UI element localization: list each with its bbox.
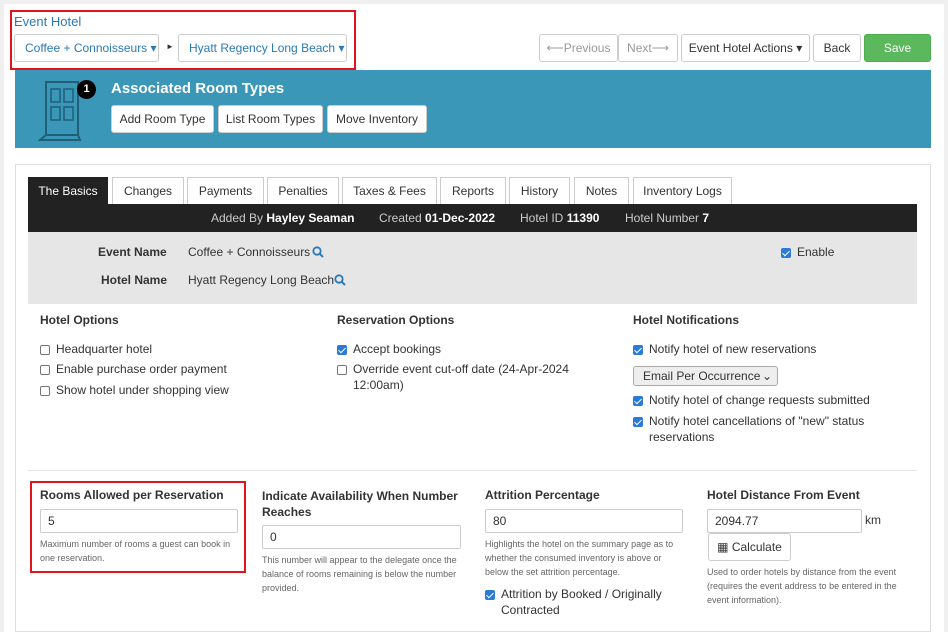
hotel-notifications-title: Hotel Notifications <box>633 313 740 327</box>
notify-change-requests-label: Notify hotel of change requests submitte… <box>649 393 870 407</box>
added-by: Added By Hayley Seaman <box>211 211 355 225</box>
tab-payments[interactable]: Payments <box>187 177 264 205</box>
accept-bookings-label: Accept bookings <box>353 342 442 356</box>
count-badge: 1 <box>77 80 96 99</box>
availability-label: Indicate Availability When Number Reache… <box>262 489 458 519</box>
override-cutoff-checkbox[interactable] <box>337 365 347 375</box>
caret-down-icon: ▾ <box>796 41 803 55</box>
event-name-value: Coffee + Connoisseurs <box>188 245 311 259</box>
shopping-view-label: Show hotel under shopping view <box>56 383 229 397</box>
calculator-icon: ▦ <box>717 540 729 554</box>
attrition-by-booked-label: Attrition by Booked / Originally Contrac… <box>501 587 662 617</box>
notify-new-reservations-label: Notify hotel of new reservations <box>649 342 817 356</box>
hotel-name-label: Hotel Name <box>101 273 168 287</box>
purchase-order-checkbox[interactable] <box>40 365 50 375</box>
search-icon[interactable] <box>312 246 324 258</box>
tab-penalties[interactable]: Penalties <box>267 177 339 205</box>
calculate-button[interactable]: ▦ Calculate <box>708 533 791 561</box>
attrition-by-booked-checkbox[interactable] <box>485 590 495 600</box>
page: Event Hotel Coffee + Connoisseurs ▾ ► Hy… <box>0 0 948 632</box>
tab-reports[interactable]: Reports <box>440 177 506 205</box>
basics-summary <box>28 232 917 304</box>
accept-bookings-checkbox[interactable] <box>337 345 347 355</box>
banner-title: Associated Room Types <box>111 80 285 97</box>
tab-history[interactable]: History <box>509 177 570 205</box>
chevron-down-icon: ⌄ <box>761 369 772 383</box>
highlight-box-header <box>10 10 356 70</box>
tab-the-basics[interactable]: The Basics <box>28 177 108 205</box>
actions-label: Event Hotel Actions <box>688 41 793 55</box>
distance-input[interactable]: 2094.77 <box>707 509 862 533</box>
availability-help: This number will appear to the delegate … <box>262 555 457 593</box>
notify-new-reservations-checkbox[interactable] <box>633 345 643 355</box>
attrition-input[interactable]: 80 <box>485 509 683 533</box>
previous-button[interactable]: ⟵Previous <box>539 34 618 62</box>
notify-change-requests-checkbox[interactable] <box>633 396 643 406</box>
tab-taxes-fees[interactable]: Taxes & Fees <box>342 177 437 205</box>
move-inventory-button[interactable]: Move Inventory <box>327 105 427 133</box>
distance-unit: km <box>865 513 881 527</box>
email-frequency-value: Email Per Occurrence <box>643 369 761 383</box>
email-frequency-select[interactable]: Email Per Occurrence ⌄ <box>633 366 778 386</box>
hotel-options-title: Hotel Options <box>40 313 119 327</box>
override-cutoff-label: Override event cut-off date (24-Apr-2024… <box>353 362 569 392</box>
headquarter-hotel-checkbox[interactable] <box>40 345 50 355</box>
add-room-type-button[interactable]: Add Room Type <box>111 105 214 133</box>
event-hotel-actions-button[interactable]: Event Hotel Actions ▾ <box>681 34 810 62</box>
next-button[interactable]: Next⟶ <box>618 34 678 62</box>
created-date: Created 01-Dec-2022 <box>379 211 496 225</box>
distance-help: Used to order hotels by distance from th… <box>707 567 897 605</box>
purchase-order-label: Enable purchase order payment <box>56 362 227 376</box>
notify-cancellations-label: Notify hotel cancellations of "new" stat… <box>649 414 865 444</box>
tab-notes[interactable]: Notes <box>574 177 629 205</box>
hotel-id: Hotel ID 11390 <box>520 211 600 225</box>
list-room-types-button[interactable]: List Room Types <box>218 105 323 133</box>
shopping-view-checkbox[interactable] <box>40 386 50 396</box>
tab-changes[interactable]: Changes <box>112 177 184 205</box>
back-button[interactable]: Back <box>813 34 861 62</box>
enable-label: Enable <box>797 245 835 259</box>
event-name-label: Event Name <box>98 245 167 259</box>
reservation-options-title: Reservation Options <box>337 313 455 327</box>
calculate-label: Calculate <box>731 540 782 554</box>
search-icon[interactable] <box>334 274 346 286</box>
attrition-label: Attrition Percentage <box>485 488 600 502</box>
hotel-name-value: Hyatt Regency Long Beach <box>188 273 335 287</box>
availability-input[interactable]: 0 <box>262 525 461 549</box>
door-icon <box>38 81 82 141</box>
enable-checkbox[interactable] <box>781 248 791 258</box>
save-button[interactable]: Save <box>864 34 931 62</box>
attrition-help: Highlights the hotel on the summary page… <box>485 539 674 577</box>
highlight-box-rooms <box>30 481 246 573</box>
tab-inventory-logs[interactable]: Inventory Logs <box>633 177 732 205</box>
hotel-info-bar: Added By Hayley Seaman Created 01-Dec-20… <box>28 204 917 232</box>
headquarter-hotel-label: Headquarter hotel <box>56 342 153 356</box>
hotel-number: Hotel Number 7 <box>625 211 710 225</box>
notify-cancellations-checkbox[interactable] <box>633 417 643 427</box>
distance-label: Hotel Distance From Event <box>707 488 860 502</box>
section-divider <box>28 470 917 471</box>
